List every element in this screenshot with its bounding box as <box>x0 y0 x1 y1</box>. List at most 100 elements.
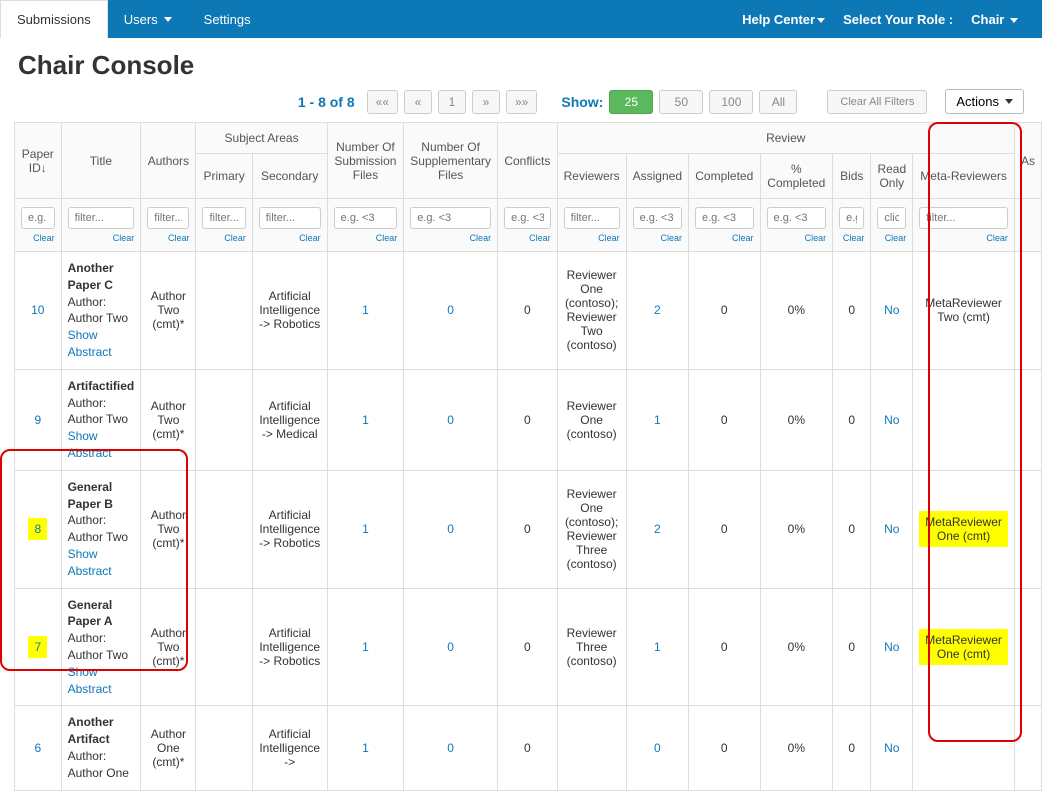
show-abstract-link[interactable]: Show Abstract <box>68 664 135 698</box>
th-authors[interactable]: Authors <box>141 123 196 199</box>
help-center-link[interactable]: Help Center <box>742 12 825 27</box>
filter-authors[interactable] <box>147 207 189 229</box>
clear-filter[interactable]: Clear <box>767 233 827 243</box>
pager-prev[interactable]: « <box>404 90 432 114</box>
assigned-link[interactable]: 2 <box>654 303 661 317</box>
paper-id-link[interactable]: 9 <box>34 413 41 427</box>
readonly-link[interactable]: No <box>884 522 899 536</box>
clear-filter[interactable]: Clear <box>68 233 135 243</box>
filter-id[interactable] <box>21 207 55 229</box>
paper-id-link[interactable]: 7 <box>28 636 47 658</box>
filter-nsf[interactable] <box>334 207 398 229</box>
filter-bids[interactable] <box>839 207 864 229</box>
clear-filter[interactable]: Clear <box>147 233 189 243</box>
assigned-link[interactable]: 1 <box>654 413 661 427</box>
cell-title: Another Paper C Author: Author Two Show … <box>61 252 141 370</box>
th-secondary[interactable]: Secondary <box>252 154 327 199</box>
clear-all-filters[interactable]: Clear All Filters <box>827 90 927 114</box>
nsf-link[interactable]: 1 <box>362 303 369 317</box>
show-abstract-link[interactable]: Show Abstract <box>68 428 135 462</box>
assigned-link[interactable]: 1 <box>654 640 661 654</box>
pager-first[interactable]: «« <box>367 90 398 114</box>
th-nsf[interactable]: Number Of Submission Files <box>327 123 404 199</box>
tab-users[interactable]: Users <box>108 0 188 38</box>
nsf-link[interactable]: 1 <box>362 640 369 654</box>
filter-ro[interactable] <box>877 207 906 229</box>
nsup-link[interactable]: 0 <box>447 413 454 427</box>
th-paper-id[interactable]: Paper ID↓ <box>15 123 62 199</box>
clear-filter[interactable]: Clear <box>695 233 754 243</box>
pager-next[interactable]: » <box>472 90 500 114</box>
th-assigned[interactable]: Assigned <box>626 154 688 199</box>
filter-meta[interactable] <box>919 207 1008 229</box>
nsup-link[interactable]: 0 <box>447 741 454 755</box>
clear-filter[interactable]: Clear <box>410 233 491 243</box>
readonly-link[interactable]: No <box>884 303 899 317</box>
tab-settings[interactable]: Settings <box>188 0 267 38</box>
nsf-link[interactable]: 1 <box>362 522 369 536</box>
filter-title[interactable] <box>68 207 135 229</box>
cell-ro: No <box>871 369 913 470</box>
filter-conf[interactable] <box>504 207 551 229</box>
show-50[interactable]: 50 <box>659 90 703 114</box>
readonly-link[interactable]: No <box>884 640 899 654</box>
show-25[interactable]: 25 <box>609 90 653 114</box>
nsup-link[interactable]: 0 <box>447 640 454 654</box>
th-as[interactable]: As <box>1014 123 1041 199</box>
clear-filter[interactable]: Clear <box>633 233 682 243</box>
th-nsup[interactable]: Number Of Supplementary Files <box>404 123 498 199</box>
pager-page-1[interactable]: 1 <box>438 90 466 114</box>
cell-completed: 0 <box>689 252 761 370</box>
readonly-link[interactable]: No <box>884 413 899 427</box>
clear-filter[interactable]: Clear <box>334 233 398 243</box>
clear-filter[interactable]: Clear <box>839 233 864 243</box>
clear-filter[interactable]: Clear <box>202 233 245 243</box>
actions-menu[interactable]: Actions <box>945 89 1024 114</box>
cell-authors: Author Two (cmt)* <box>141 252 196 370</box>
assigned-link[interactable]: 0 <box>654 741 661 755</box>
assigned-link[interactable]: 2 <box>654 522 661 536</box>
paper-id-link[interactable]: 6 <box>34 741 41 755</box>
show-100[interactable]: 100 <box>709 90 753 114</box>
clear-filter[interactable]: Clear <box>877 233 906 243</box>
th-bids[interactable]: Bids <box>833 154 871 199</box>
show-abstract-link[interactable]: Show Abstract <box>68 327 135 361</box>
role-select[interactable]: Chair <box>971 12 1018 27</box>
filter-assigned[interactable] <box>633 207 682 229</box>
paper-id-link[interactable]: 8 <box>28 518 47 540</box>
th-read-only[interactable]: Read Only <box>871 154 913 199</box>
nsup-link[interactable]: 0 <box>447 303 454 317</box>
nsf-link[interactable]: 1 <box>362 413 369 427</box>
show-all[interactable]: All <box>759 90 797 114</box>
th-conflicts[interactable]: Conflicts <box>498 123 558 199</box>
show-abstract-link[interactable]: Show Abstract <box>68 546 135 580</box>
tab-submissions[interactable]: Submissions <box>0 0 108 38</box>
nsup-link[interactable]: 0 <box>447 522 454 536</box>
th-completed[interactable]: Completed <box>689 154 761 199</box>
readonly-link[interactable]: No <box>884 741 899 755</box>
filter-primary[interactable] <box>202 207 245 229</box>
filter-reviewers[interactable] <box>564 207 620 229</box>
pager-last[interactable]: »» <box>506 90 537 114</box>
filter-secondary[interactable] <box>259 207 321 229</box>
clear-filter[interactable]: Clear <box>504 233 551 243</box>
clear-filter[interactable]: Clear <box>21 233 55 243</box>
cell-ro: No <box>871 470 913 588</box>
filter-completed[interactable] <box>695 207 754 229</box>
filter-pct[interactable] <box>767 207 827 229</box>
cell-id: 9 <box>15 369 62 470</box>
clear-filter[interactable]: Clear <box>259 233 321 243</box>
cell-secondary: Artificial Intelligence -> Robotics <box>252 470 327 588</box>
cell-nsf: 1 <box>327 706 404 790</box>
th-pct[interactable]: % Completed <box>760 154 833 199</box>
th-title[interactable]: Title <box>61 123 141 199</box>
clear-filter[interactable]: Clear <box>564 233 620 243</box>
th-meta[interactable]: Meta-Reviewers <box>913 154 1015 199</box>
filter-nsup[interactable] <box>410 207 491 229</box>
cell-as <box>1014 706 1041 790</box>
clear-filter[interactable]: Clear <box>919 233 1008 243</box>
nsf-link[interactable]: 1 <box>362 741 369 755</box>
th-reviewers[interactable]: Reviewers <box>557 154 626 199</box>
paper-id-link[interactable]: 10 <box>31 303 44 317</box>
th-primary[interactable]: Primary <box>196 154 252 199</box>
